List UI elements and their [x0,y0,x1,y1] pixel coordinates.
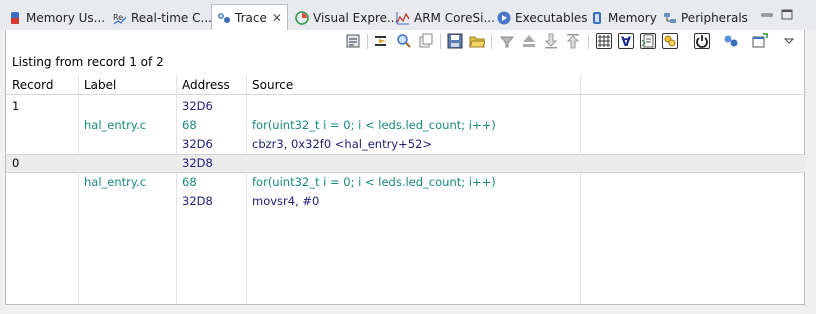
toolbar-separator [491,34,492,49]
minimize-icon[interactable] [761,9,773,20]
maximize-icon[interactable] [781,9,793,20]
address-cell: 32D8 [182,194,213,208]
export-trace-icon[interactable] [345,33,361,49]
column-header-address[interactable]: Address [182,78,230,92]
tab-peripherals[interactable]: Peripherals [663,5,748,30]
tab-arm-coresight[interactable]: ARM CoreSi... [396,5,495,30]
source-cell: for(uint32_t i = 0; i < leds.led_count; … [252,118,496,132]
column-header-record[interactable]: Record [12,78,53,92]
search-icon[interactable] [396,33,412,49]
goto-record-icon[interactable] [374,33,390,49]
tab-label: Memory Us... [26,10,106,25]
table-row[interactable]: 32D8 movsr4, #0 [6,192,806,211]
trace-toolbar: ∀ [6,30,806,52]
trace-view-panel: ∀ Listing from record 1 of 2 Record Labe… [5,30,806,305]
filter-icon[interactable] [499,33,515,49]
peripherals-icon [663,11,677,25]
tab-label: ARM CoreSi... [414,10,495,25]
column-header-label[interactable]: Label [84,78,116,92]
record-cell: 0 [12,156,20,170]
tab-visual-expressions[interactable]: Visual Expre... [295,5,398,30]
tab-label: Trace [235,11,267,25]
toolbar-separator [367,34,368,49]
show-all-icon[interactable]: ∀ [618,33,634,50]
tab-executables[interactable]: Executables [497,5,588,30]
memory-usage-icon [8,11,22,25]
tab-label: Real-time C... [131,10,212,25]
realtime-chart-icon: Re [113,11,127,25]
eject-icon[interactable] [521,33,537,49]
save-icon[interactable] [447,33,463,49]
show-function-icon[interactable] [662,33,678,49]
power-icon[interactable] [694,33,710,49]
tab-trace[interactable]: Trace ✕ [211,4,288,31]
table-row[interactable]: 1 32D6 [6,97,806,116]
open-folder-icon[interactable] [469,33,486,49]
svg-text:∀: ∀ [621,35,631,48]
label-cell: hal_entry.c [84,175,147,189]
toolbar-separator [440,34,441,49]
table-row[interactable]: hal_entry.c 68 for(uint32_t i = 0; i < l… [6,116,806,135]
visual-expressions-icon [295,10,309,25]
table-row[interactable]: hal_entry.c 68 for(uint32_t i = 0; i < l… [6,173,806,192]
trace-icon [217,11,231,25]
copy-icon[interactable] [418,33,434,49]
tab-memory-usage[interactable]: Memory Us... [8,5,105,30]
source-cell: for(uint32_t i = 0; i < leds.led_count; … [252,175,496,189]
tab-label: Executables [515,10,588,25]
executables-icon [497,11,511,25]
new-view-icon[interactable] [752,33,768,49]
label-cell: hal_entry.c [84,118,147,132]
tab-label: Visual Expre... [313,10,399,25]
address-cell: 32D8 [182,156,213,170]
tab-memory[interactable]: Memory [590,5,657,30]
trace-settings-icon[interactable] [723,33,739,49]
address-cell: 32D6 [182,99,213,113]
trace-table: Record Label Address Source 1 32D6 hal_e… [6,75,806,304]
memory-icon [590,11,604,25]
table-row-selected[interactable]: 0 32D8 [6,154,806,173]
tab-label: Memory [608,10,657,25]
listing-status-text: Listing from record 1 of 2 [12,55,164,69]
table-row[interactable]: 32D6 cbzr3, 0x32f0 <hal_entry+52> [6,135,806,154]
show-grid-icon[interactable] [596,33,612,49]
record-cell: 1 [12,99,20,113]
table-header: Record Label Address Source [6,75,806,95]
step-out-icon[interactable] [565,33,581,49]
column-header-source[interactable]: Source [252,78,293,92]
address-cell: 32D6 [182,137,213,151]
tab-realtime-chart[interactable]: Re Real-time C... [113,5,212,30]
source-cell: cbzr3, 0x32f0 <hal_entry+52> [252,137,433,151]
tab-label: Peripherals [681,10,748,25]
show-source-icon[interactable] [640,33,656,49]
step-into-icon[interactable] [543,33,559,49]
arm-coresight-icon [396,11,410,25]
view-tab-bar: Memory Us... Re Real-time C... Trace ✕ V… [0,0,816,31]
close-icon[interactable]: ✕ [272,11,282,25]
source-cell: movsr4, #0 [252,194,320,208]
address-cell: 68 [182,175,197,189]
view-menu-chevron-down-icon[interactable] [781,33,797,49]
toolbar-separator [588,34,589,49]
address-cell: 68 [182,118,197,132]
